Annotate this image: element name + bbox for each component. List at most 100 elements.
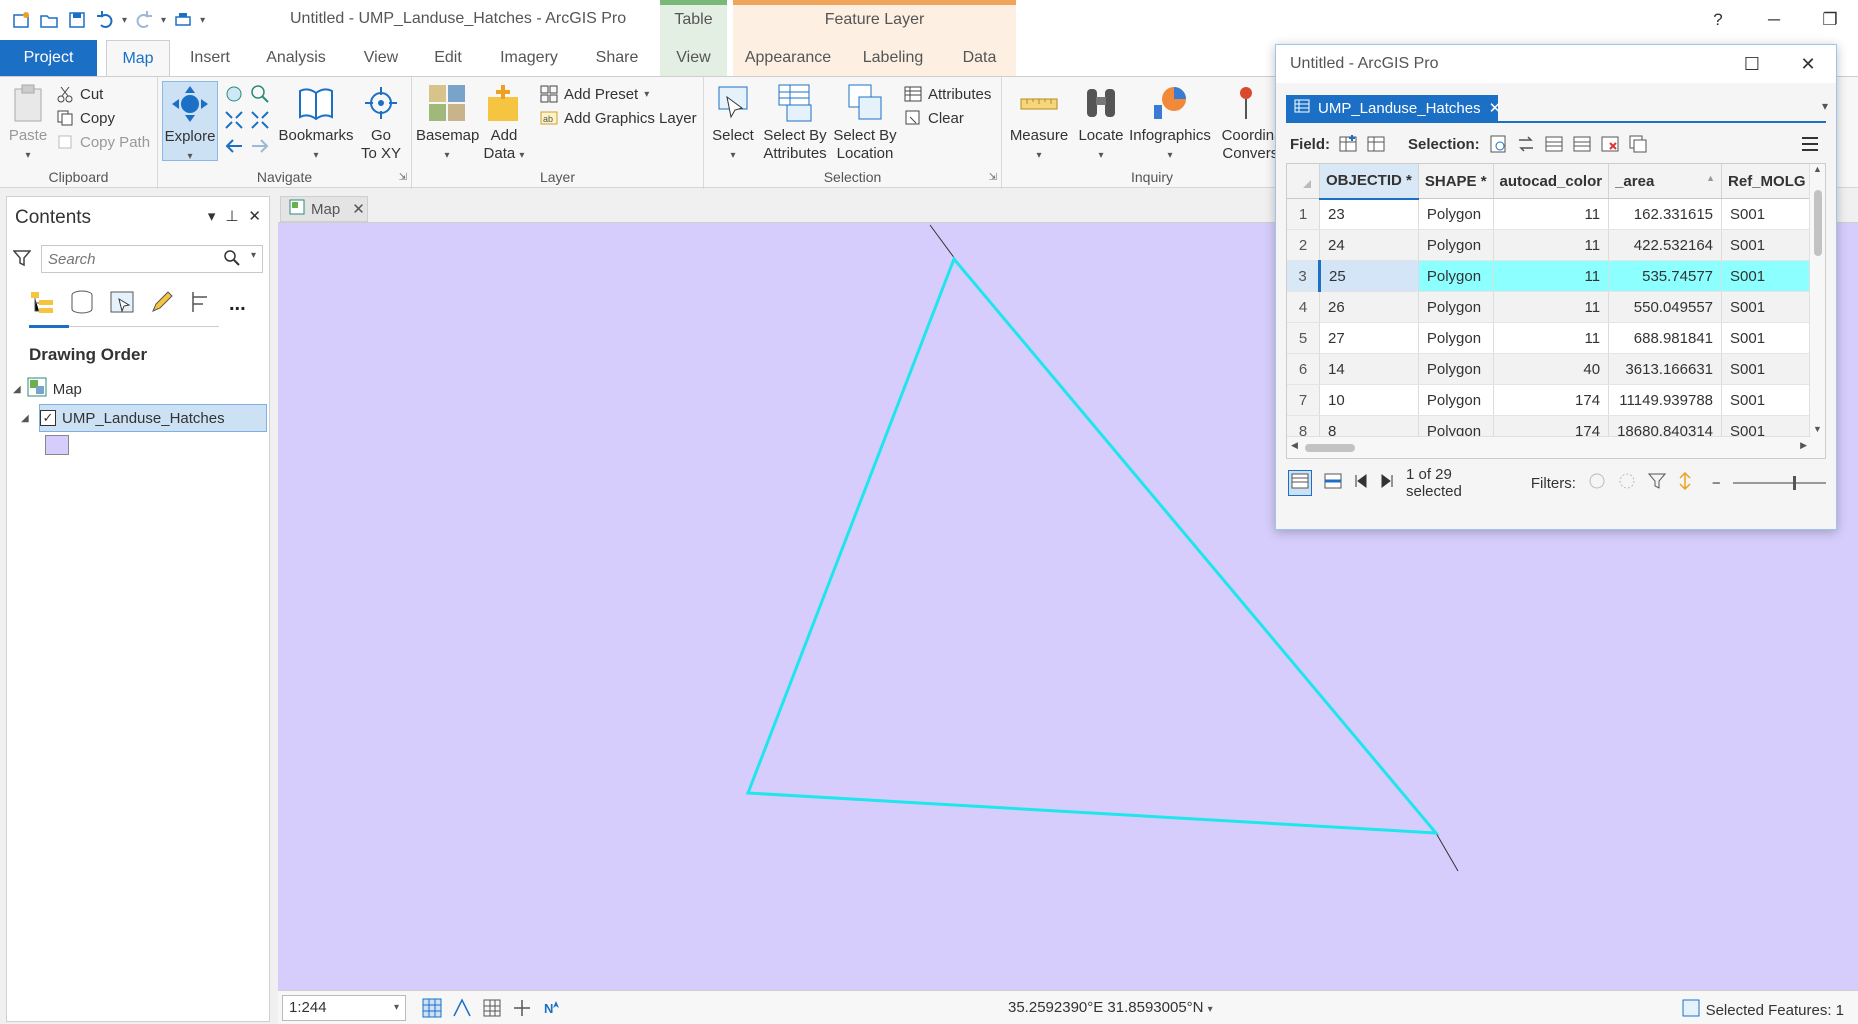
calculate-field-icon[interactable]	[1366, 134, 1386, 154]
fixed-zoom-in-icon[interactable]	[224, 109, 244, 131]
clear-selection-table-icon[interactable]	[1572, 134, 1592, 154]
add-field-icon[interactable]	[1338, 134, 1358, 154]
table-zoom-slider[interactable]	[1732, 476, 1826, 490]
add-data-button[interactable]: Add Data ▾	[482, 81, 526, 165]
maximize-button[interactable]: ☐	[1724, 45, 1780, 83]
print-icon[interactable]	[172, 9, 194, 31]
collapse-map-icon[interactable]: ◢	[13, 384, 21, 395]
scale-selector[interactable]: 1:244 ▾	[282, 995, 406, 1021]
attribute-window-titlebar[interactable]: Untitled - ArcGIS Pro ☐ ✕	[1276, 45, 1836, 83]
list-by-data-source-icon[interactable]	[69, 289, 95, 319]
table-row[interactable]: 7 10 Polygon 174 11149.939788 S001	[1287, 384, 1817, 416]
layer-visibility-checkbox[interactable]: ✓	[40, 410, 56, 426]
copy-path-button[interactable]: Copy Path	[56, 131, 150, 153]
scroll-right-icon[interactable]: ▶	[1800, 440, 1807, 451]
table-menu-icon[interactable]	[1800, 134, 1820, 154]
tab-attribute-table[interactable]: UMP_Landuse_Hatches ✕	[1286, 95, 1501, 121]
copy-button[interactable]: Copy	[56, 107, 115, 129]
new-project-icon[interactable]	[10, 9, 32, 31]
locate-button[interactable]: Locate ▾	[1074, 81, 1128, 165]
cell-ref-molg[interactable]: S001	[1721, 198, 1817, 230]
list-by-selection-icon[interactable]	[109, 289, 135, 319]
cell-autocad-color[interactable]: 11	[1493, 322, 1610, 354]
collapse-layer-icon[interactable]: ◢	[21, 413, 29, 424]
cell-area[interactable]: 535.74577	[1608, 260, 1723, 292]
row-number[interactable]: 2	[1287, 229, 1320, 261]
column-header-objectid[interactable]: OBJECTID *	[1319, 164, 1419, 200]
row-number[interactable]: 4	[1287, 291, 1320, 323]
cell-objectid[interactable]: 25	[1319, 260, 1419, 292]
table-row[interactable]: 6 14 Polygon 40 3613.166631 S001	[1287, 353, 1817, 385]
column-header-shape[interactable]: SHAPE *	[1418, 164, 1494, 199]
cell-area[interactable]: 162.331615	[1608, 198, 1723, 230]
infographics-button[interactable]: Infographics ▾	[1128, 81, 1212, 165]
contents-search-box[interactable]: ▾	[41, 245, 263, 273]
go-to-xy-button[interactable]: Go To XY	[356, 81, 406, 163]
tab-edit[interactable]: Edit	[428, 40, 468, 76]
tab-view[interactable]: View	[356, 40, 406, 76]
zoom-to-layer-icon[interactable]	[250, 83, 270, 105]
horizontal-scrollbar[interactable]: ◀ ▶	[1287, 436, 1811, 458]
list-by-snapping-icon[interactable]	[189, 289, 215, 319]
snapping-icon[interactable]	[452, 998, 472, 1022]
definition-filter-icon[interactable]	[1647, 472, 1666, 494]
explore-button[interactable]: Explore ▾	[162, 81, 218, 162]
vertical-scroll-thumb[interactable]	[1814, 190, 1822, 256]
select-button[interactable]: Select ▾	[710, 81, 756, 165]
cell-ref-molg[interactable]: S001	[1721, 322, 1817, 354]
cell-area[interactable]: 3613.166631	[1608, 353, 1723, 385]
add-graphics-layer-button[interactable]: ab Add Graphics Layer	[540, 107, 697, 129]
cell-ref-molg[interactable]: S001	[1721, 291, 1817, 323]
row-number[interactable]: 7	[1287, 384, 1320, 416]
zoom-out-table-icon[interactable]: −	[1712, 475, 1721, 492]
cell-objectid[interactable]: 14	[1319, 353, 1419, 385]
column-header-ref-molg[interactable]: Ref_MOLG	[1721, 164, 1817, 199]
sort-toggle-icon[interactable]	[1678, 471, 1692, 494]
redo-dropdown-icon[interactable]: ▾	[161, 15, 166, 26]
cell-objectid[interactable]: 23	[1319, 198, 1419, 230]
cell-shape[interactable]: Polygon	[1418, 322, 1494, 354]
filter-icon[interactable]	[12, 249, 32, 271]
cell-objectid[interactable]: 26	[1319, 291, 1419, 323]
extent-filter-icon[interactable]	[1588, 472, 1606, 494]
table-row[interactable]: 3 25 Polygon 11 535.74577 S001	[1287, 260, 1817, 292]
customize-qat-icon[interactable]: ▾	[200, 15, 205, 26]
tab-share[interactable]: Share	[590, 40, 644, 76]
constraints-icon[interactable]	[512, 998, 532, 1022]
table-row[interactable]: 1 23 Polygon 11 162.331615 S001	[1287, 198, 1817, 230]
row-number[interactable]: 6	[1287, 353, 1320, 385]
cell-autocad-color[interactable]: 11	[1493, 229, 1610, 261]
minimize-button[interactable]: ─	[1746, 0, 1802, 40]
cell-area[interactable]: 422.532164	[1608, 229, 1723, 261]
coordinate-format-dropdown-icon[interactable]: ▾	[1208, 1004, 1213, 1015]
help-button[interactable]: ?	[1690, 0, 1746, 40]
tab-analysis[interactable]: Analysis	[258, 40, 334, 76]
restore-button[interactable]: ❐	[1802, 0, 1858, 40]
clear-selection-button[interactable]: Clear	[904, 107, 964, 129]
navigate-launcher-icon[interactable]: ⇲	[399, 172, 407, 183]
column-header-autocad-color[interactable]: autocad_color	[1493, 164, 1610, 199]
table-tabs-dropdown-icon[interactable]: ▾	[1822, 99, 1828, 113]
paste-button[interactable]: Paste ▾	[6, 81, 50, 165]
cell-area[interactable]: 688.981841	[1608, 322, 1723, 354]
tree-item-map[interactable]: ◢ Map	[13, 375, 82, 403]
tree-item-layer[interactable]: ✓ UMP_Landuse_Hatches	[39, 404, 267, 432]
delete-selected-icon[interactable]	[1600, 134, 1620, 154]
previous-extent-icon[interactable]	[224, 135, 244, 157]
show-selected-records-icon[interactable]	[1324, 473, 1342, 493]
close-table-tab-icon[interactable]: ✕	[1489, 99, 1502, 117]
cell-shape[interactable]: Polygon	[1418, 260, 1494, 292]
tab-appearance[interactable]: Appearance	[733, 40, 843, 76]
tab-labeling[interactable]: Labeling	[843, 40, 943, 76]
cell-autocad-color[interactable]: 40	[1493, 353, 1610, 385]
close-pane-icon[interactable]: ✕	[248, 207, 261, 225]
cell-autocad-color[interactable]: 11	[1493, 291, 1610, 323]
close-map-tab-icon[interactable]: ✕	[352, 200, 365, 218]
cell-autocad-color[interactable]: 174	[1493, 384, 1610, 416]
selection-filter-icon[interactable]	[1618, 472, 1636, 494]
tab-insert[interactable]: Insert	[180, 40, 240, 76]
scroll-up-icon[interactable]: ▲	[1813, 164, 1822, 174]
tab-data[interactable]: Data	[943, 40, 1016, 76]
horizontal-scroll-thumb[interactable]	[1305, 444, 1355, 452]
measure-button[interactable]: Measure ▾	[1008, 81, 1070, 165]
